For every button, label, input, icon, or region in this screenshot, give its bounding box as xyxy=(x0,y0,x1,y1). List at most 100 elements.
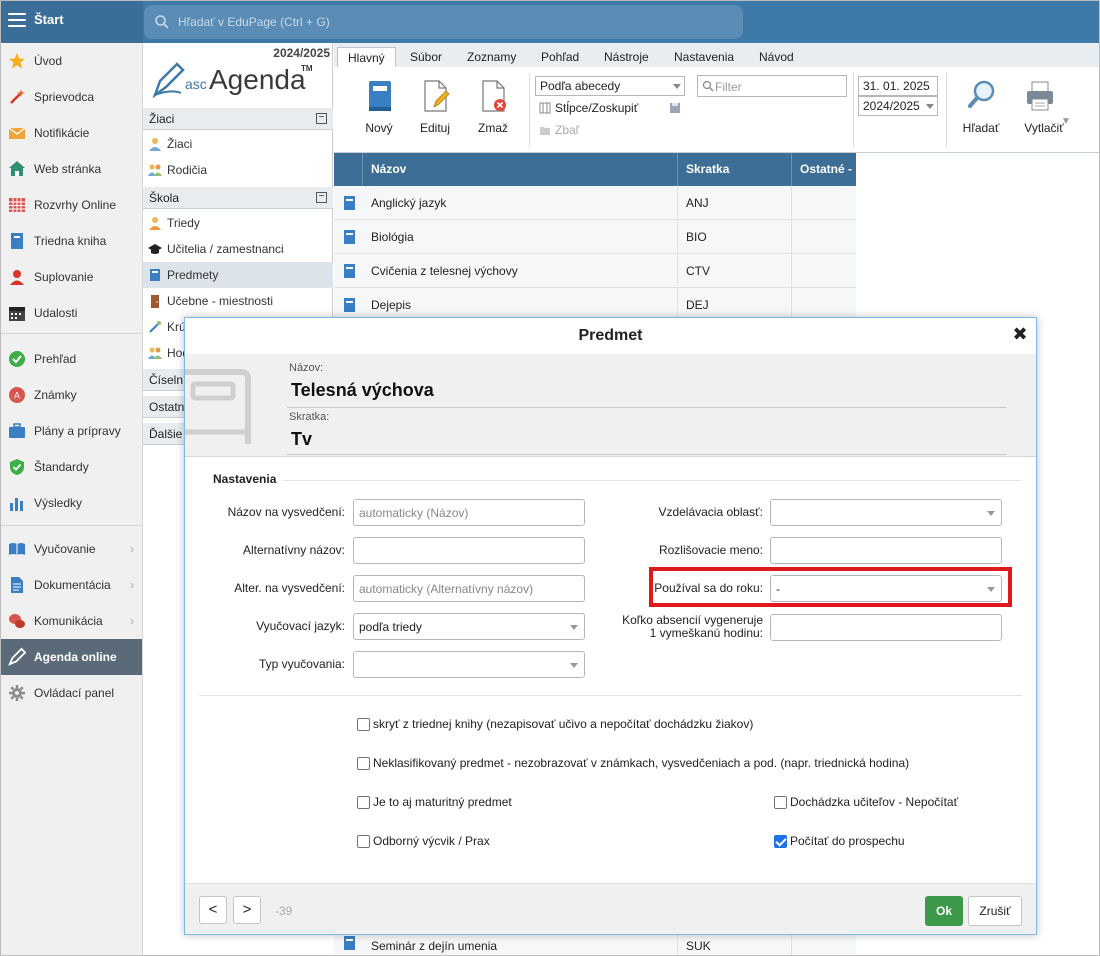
close-icon[interactable]: ✖ xyxy=(1012,325,1028,343)
checkbox-unchecked[interactable] xyxy=(357,717,370,731)
save-icon[interactable] xyxy=(669,102,681,114)
hide-classbook-checkbox[interactable]: skryť z triednej knihy (nezapisovať učiv… xyxy=(357,717,753,731)
nav-divider xyxy=(0,525,142,526)
collapse-icon[interactable]: − xyxy=(316,113,327,124)
tab-subor[interactable]: Súbor xyxy=(400,47,452,67)
ok-button[interactable]: Ok xyxy=(925,896,963,926)
nav-item-vyucovanie[interactable]: Vyučovanie › xyxy=(0,531,142,567)
tab-nastavenia[interactable]: Nastavenia xyxy=(664,47,744,67)
unclassified-checkbox[interactable]: Neklasifikovaný predmet - nezobrazovať v… xyxy=(357,756,909,770)
start-title[interactable]: Štart xyxy=(34,12,64,27)
agenda-item-ucebne[interactable]: Učebne - miestnosti xyxy=(143,288,333,314)
collapse-icon[interactable]: − xyxy=(316,192,327,203)
filter-input[interactable]: Filter xyxy=(697,75,847,97)
new-button[interactable]: Nový xyxy=(354,75,404,145)
agenda-item-triedy[interactable]: Triedy xyxy=(143,210,333,236)
column-header-other[interactable]: Ostatné - xyxy=(792,153,856,186)
subject-name[interactable]: Telesná výchova xyxy=(291,380,434,401)
table-row[interactable]: Biológia BIO xyxy=(334,220,856,254)
door-icon xyxy=(151,295,159,308)
pencil-icon xyxy=(8,647,26,666)
distinct-name-input[interactable] xyxy=(770,537,1002,564)
checkbox-unchecked[interactable] xyxy=(774,795,787,809)
start-menu[interactable]: Štart xyxy=(0,0,143,43)
edit-button[interactable]: Edituj xyxy=(410,75,460,145)
teaching-type-select[interactable] xyxy=(353,651,585,678)
section-skola[interactable]: Škola − xyxy=(143,187,333,209)
nav-item-agenda-online[interactable]: Agenda online xyxy=(0,639,142,675)
alt-report-input[interactable]: automaticky (Alternatívny názov) xyxy=(353,575,585,602)
print-button[interactable]: Vytlačiť xyxy=(1014,75,1074,145)
maturita-checkbox[interactable]: Je to aj maturitný predmet xyxy=(357,795,512,809)
nav-item-triedna-kniha[interactable]: Triedna kniha xyxy=(0,223,142,259)
report-name-input[interactable]: automaticky (Názov) xyxy=(353,499,585,526)
agenda-item-predmety[interactable]: Predmety xyxy=(143,262,333,288)
language-label: Vyučovací jazyk: xyxy=(256,619,345,633)
nav-item-plany[interactable]: Plány a prípravy xyxy=(0,413,142,449)
next-button[interactable]: > xyxy=(233,896,261,924)
svg-text:A: A xyxy=(14,392,21,402)
class-icon xyxy=(149,217,161,230)
tab-hlavny[interactable]: Hlavný xyxy=(337,47,396,67)
find-button[interactable]: Hľadať xyxy=(956,75,1006,145)
logo-prefix: asc xyxy=(185,76,207,92)
nav-item-rozvrhy-online[interactable]: Rozvrhy Online xyxy=(0,187,142,223)
collapse-button[interactable]: Zbaľ xyxy=(539,123,579,137)
subject-book-icon xyxy=(344,936,355,950)
table-row[interactable]: Cvičenia z telesnej výchovy CTV xyxy=(334,254,856,288)
teacher-attendance-checkbox[interactable]: Dochádzka učiteľov - Nepočítať xyxy=(774,795,958,809)
search-input[interactable]: Hľadať v EduPage (Ctrl + G) xyxy=(144,5,743,39)
nav-item-znamky[interactable]: A Známky xyxy=(0,377,142,413)
nav-item-standardy[interactable]: Štandardy xyxy=(0,449,142,485)
column-header-short[interactable]: Skratka xyxy=(678,153,792,186)
subject-short[interactable]: Tv xyxy=(291,429,312,450)
tab-pohlad[interactable]: Pohľad xyxy=(531,47,589,67)
nav-item-dokumentacia[interactable]: Dokumentácia › xyxy=(0,567,142,603)
edu-area-label: Vzdelávacia oblasť: xyxy=(658,505,763,519)
date-field[interactable]: 31. 01. 2025 xyxy=(858,76,938,96)
nav-item-notifikacie[interactable]: Notifikácie xyxy=(0,115,142,151)
hamburger-menu-icon[interactable] xyxy=(8,13,26,27)
shield-check-icon xyxy=(8,458,26,476)
nav-item-vysledky[interactable]: Výsledky xyxy=(0,485,142,521)
checkbox-unchecked[interactable] xyxy=(357,756,370,770)
sort-select[interactable]: Podľa abecedy xyxy=(535,76,685,96)
agenda-item-rodicia[interactable]: Rodičia xyxy=(143,157,333,183)
agenda-item-ziaci[interactable]: Žiaci xyxy=(143,131,333,157)
agenda-item-ucitelia[interactable]: Učitelia / zamestnanci xyxy=(143,236,333,262)
nav-item-komunikacia[interactable]: Komunikácia › xyxy=(0,603,142,639)
count-progress-checkbox[interactable]: Počítať do prospechu xyxy=(774,834,905,848)
table-row[interactable]: Anglický jazyk ANJ xyxy=(334,186,856,220)
cancel-button[interactable]: Zrušiť xyxy=(968,896,1022,926)
column-header-name[interactable]: Názov xyxy=(363,153,678,186)
nav-item-web-stranka[interactable]: Web stránka xyxy=(0,151,142,187)
checkbox-checked[interactable] xyxy=(774,834,787,848)
absences-input[interactable] xyxy=(770,614,1002,641)
tab-navod[interactable]: Návod xyxy=(749,47,804,67)
delete-button[interactable]: Zmaž xyxy=(468,75,518,145)
used-until-select[interactable]: - xyxy=(770,575,1002,602)
checkbox-unchecked[interactable] xyxy=(357,795,370,809)
bar-chart-icon xyxy=(8,494,26,512)
checkbox-unchecked[interactable] xyxy=(357,834,370,848)
columns-group-button[interactable]: Stĺpce/Zoskupiť xyxy=(539,101,638,115)
school-year-select[interactable]: 2024/2025 xyxy=(858,96,938,116)
ribbon-toolbar: Nový Edituj Zmaž Podľa abecedy Stĺpce/Zo… xyxy=(334,67,1100,153)
nav-item-uvod[interactable]: Úvod xyxy=(0,43,142,79)
language-select[interactable]: podľa triedy xyxy=(353,613,585,640)
tab-zoznamy[interactable]: Zoznamy xyxy=(457,47,526,67)
tab-nastroje[interactable]: Nástroje xyxy=(594,47,659,67)
alt-name-input[interactable] xyxy=(353,537,585,564)
edu-area-select[interactable] xyxy=(770,499,1002,526)
subject-book-icon xyxy=(150,269,160,281)
nav-item-udalosti[interactable]: Udalosti xyxy=(0,295,142,331)
vocational-checkbox[interactable]: Odborný výcvik / Prax xyxy=(357,834,490,848)
search-icon xyxy=(702,80,714,92)
nav-item-sprievodca[interactable]: Sprievodca xyxy=(0,79,142,115)
nav-item-prehlad[interactable]: Prehľad xyxy=(0,341,142,377)
print-options-arrow-icon[interactable]: ▼ xyxy=(1061,116,1071,127)
section-ziaci[interactable]: Žiaci − xyxy=(143,108,333,130)
previous-button[interactable]: < xyxy=(199,896,227,924)
nav-item-suplovanie[interactable]: Suplovanie xyxy=(0,259,142,295)
nav-item-ovladaci-panel[interactable]: Ovládací panel xyxy=(0,675,142,711)
